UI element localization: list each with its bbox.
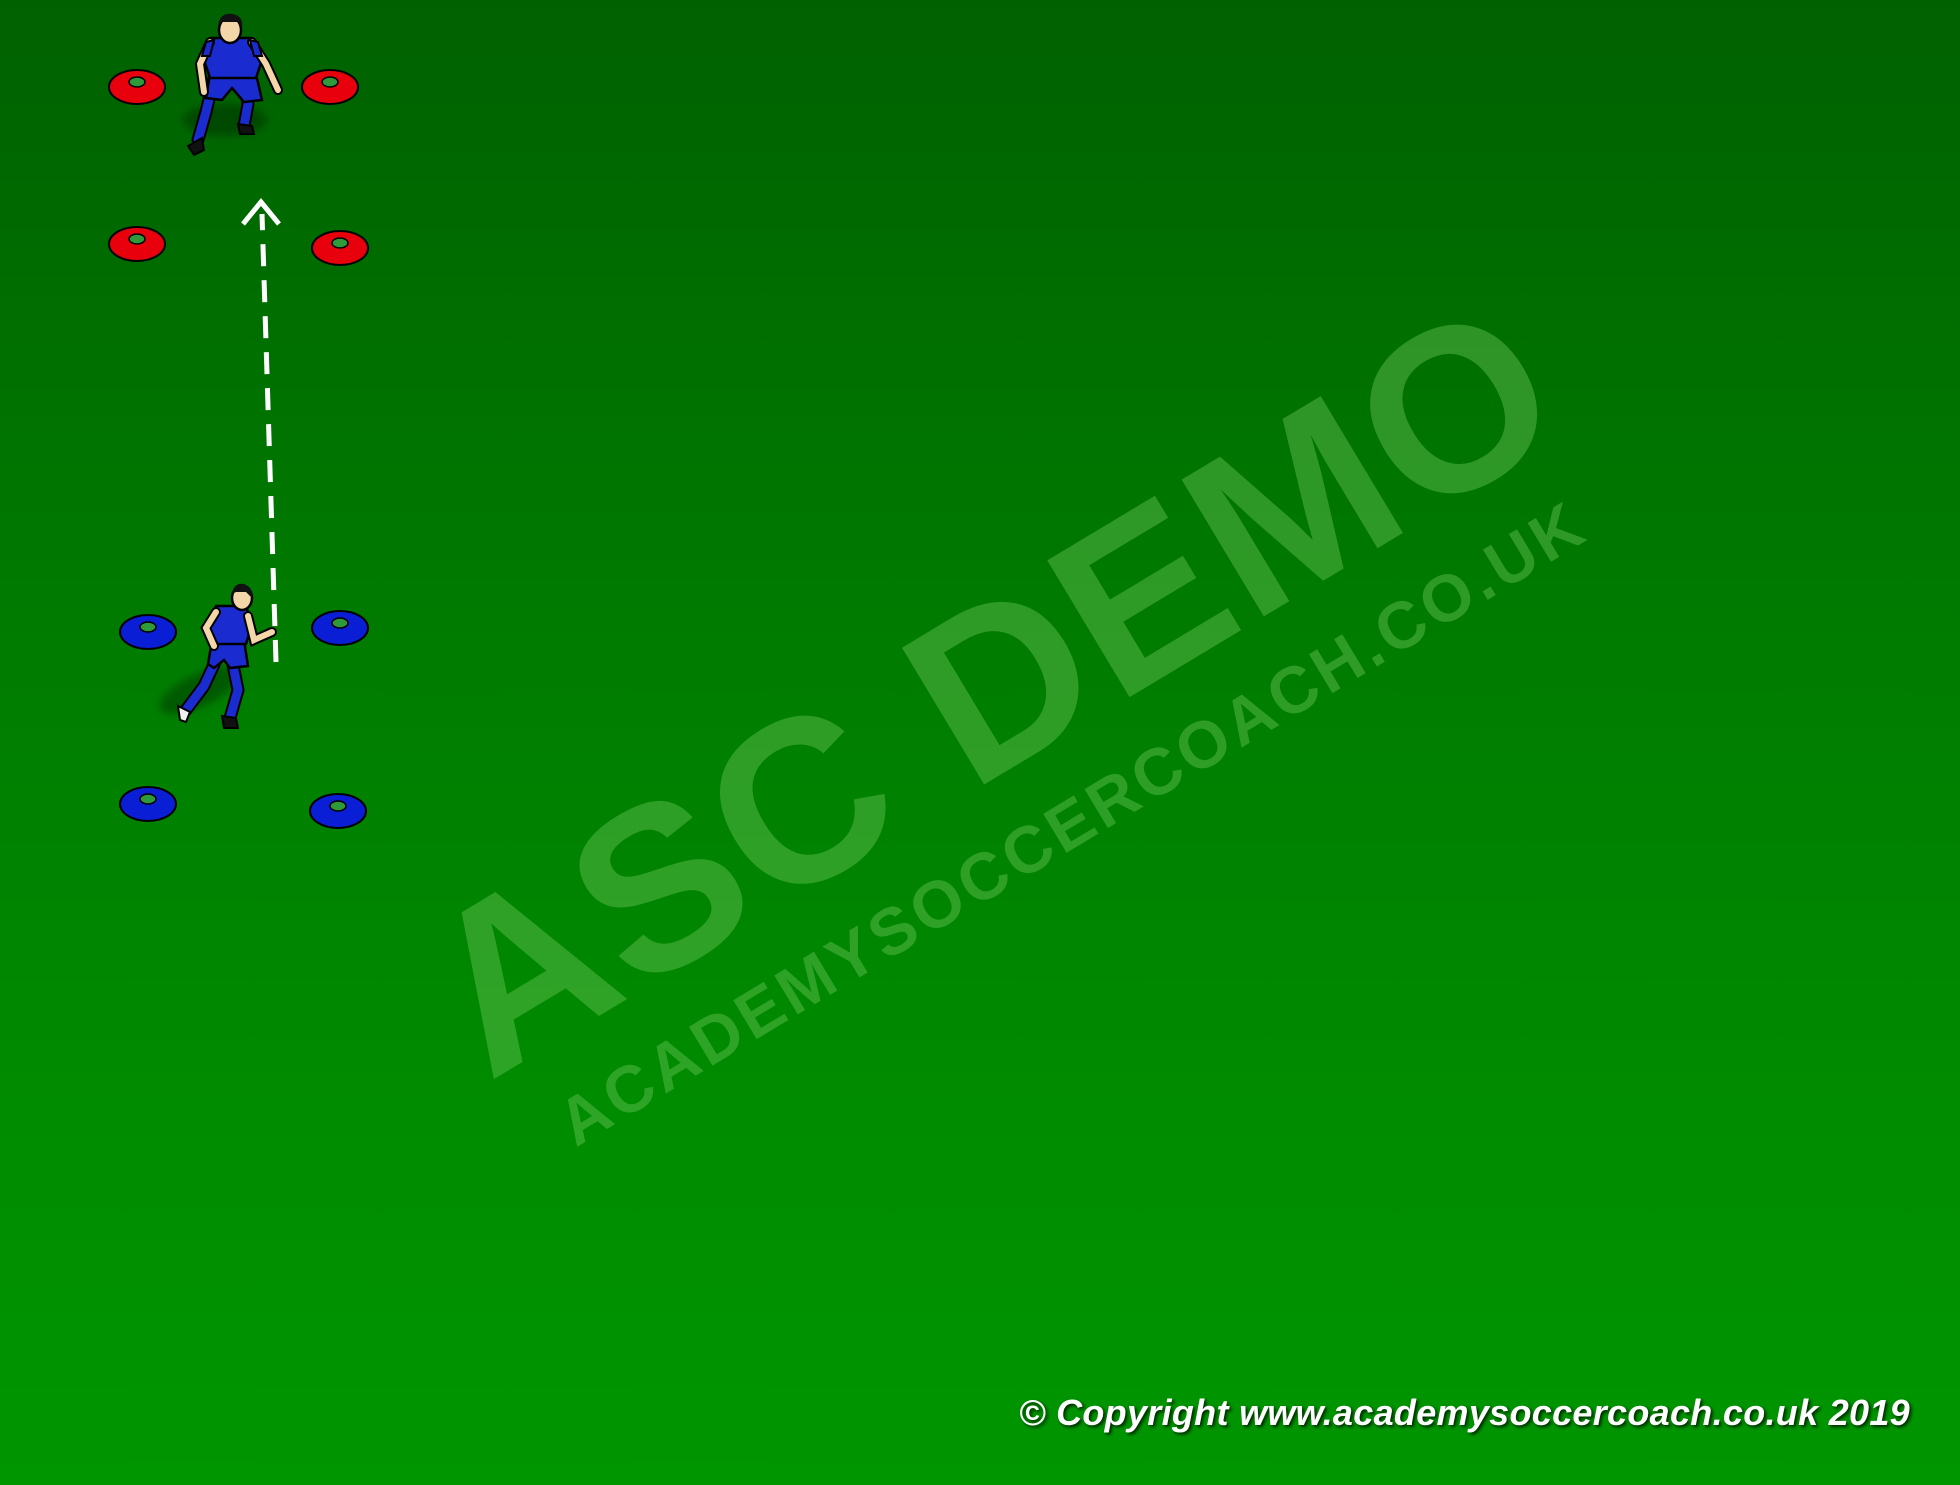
red-cone	[108, 69, 166, 105]
defender-player-icon	[183, 13, 283, 157]
blue-cone	[119, 614, 177, 650]
red-cone	[311, 230, 369, 266]
red-cone	[108, 226, 166, 262]
blue-cone	[309, 793, 367, 829]
blue-cone	[119, 786, 177, 822]
attacker-player-icon	[159, 583, 277, 729]
blue-cone	[311, 610, 369, 646]
drill-layer	[108, 13, 369, 829]
red-cone	[301, 69, 359, 105]
copyright-notice: © Copyright www.academysoccercoach.co.uk…	[1018, 1392, 1910, 1433]
pitch-diagram: ASC DEMO ACADEMYSOCCERCOACH.CO.UK © Copy…	[0, 0, 1960, 1485]
